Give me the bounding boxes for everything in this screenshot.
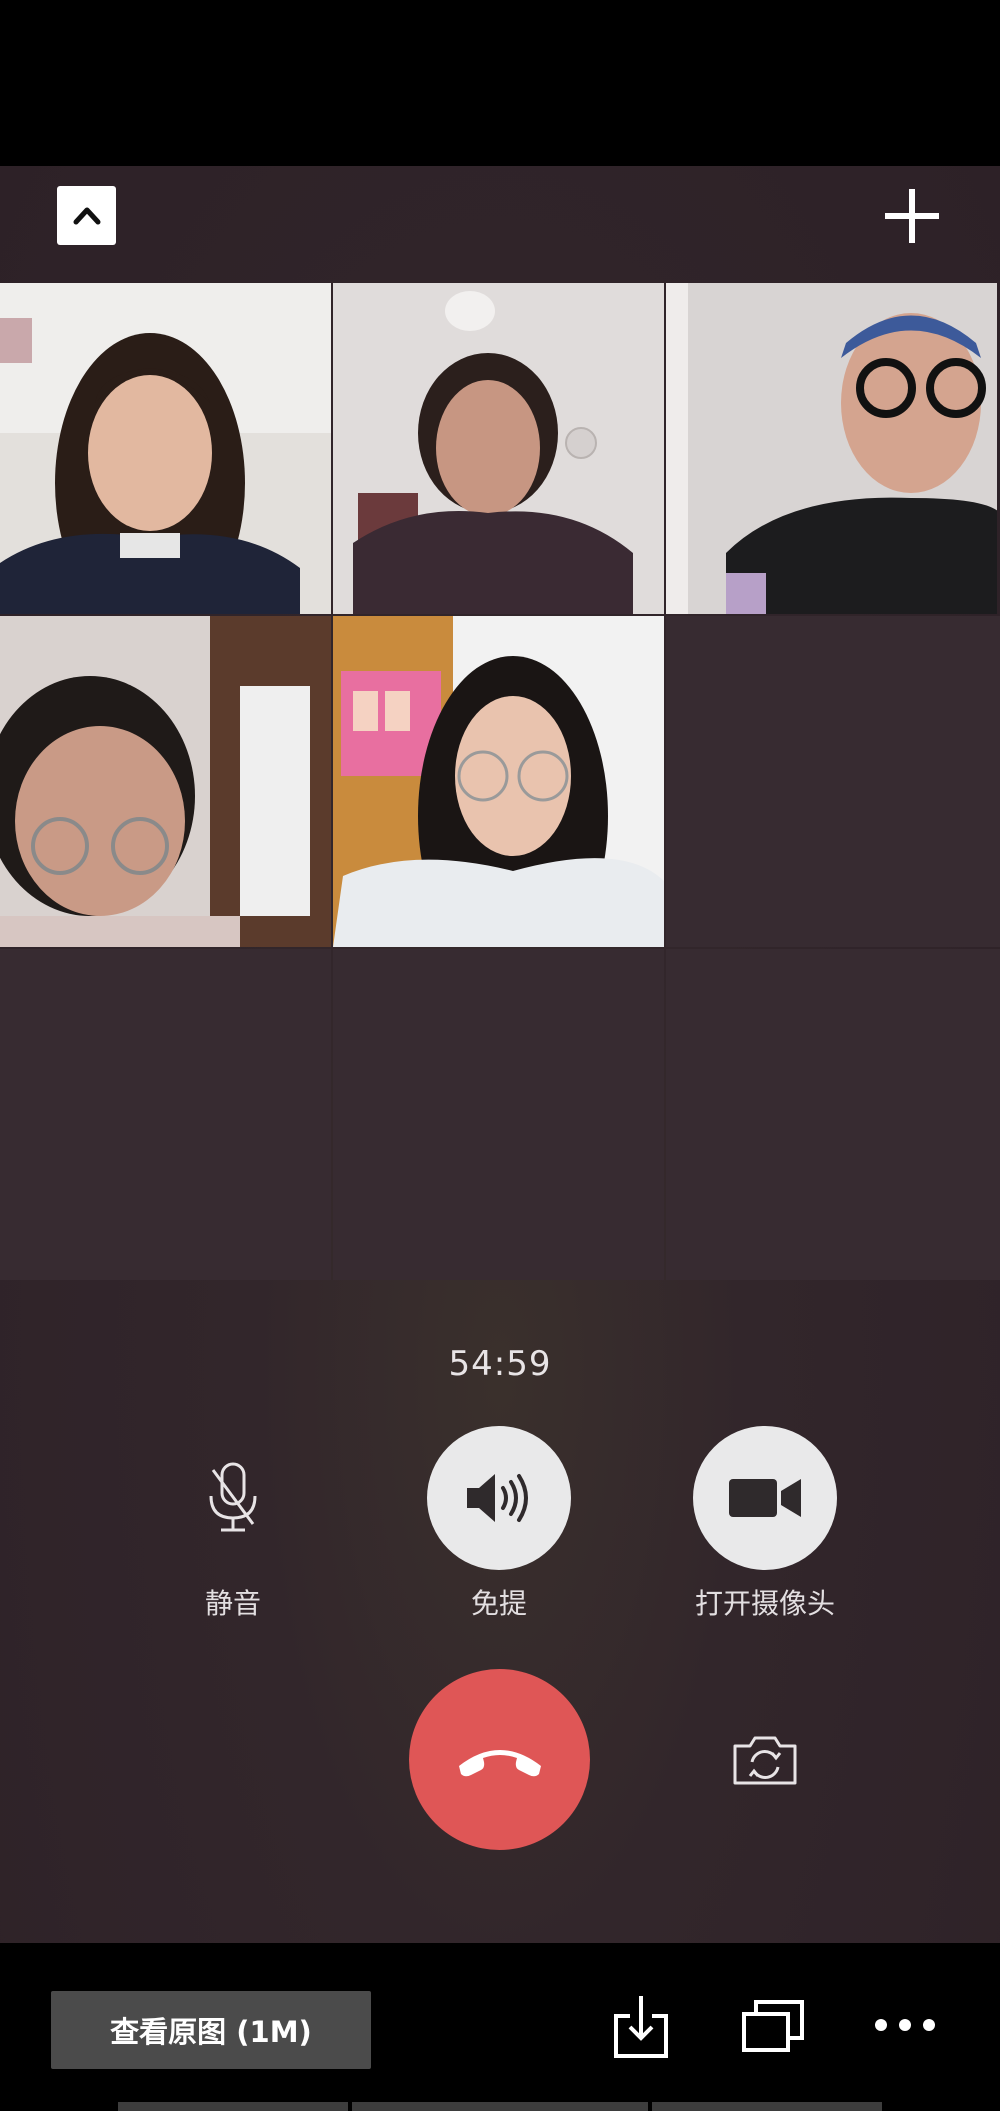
hang-up-button[interactable]	[409, 1669, 590, 1850]
call-duration: 54:59	[448, 1344, 552, 1384]
multi-window-button[interactable]	[740, 1998, 806, 2054]
camera-label: 打开摄像头	[694, 1587, 835, 1620]
microphone-icon	[209, 1462, 257, 1532]
participant-video-5[interactable]	[333, 616, 664, 947]
plus-icon	[885, 189, 939, 243]
camera-button[interactable]	[693, 1426, 837, 1570]
empty-video-slot	[666, 616, 1000, 947]
view-original-button[interactable]: 查看原图 (1M)	[51, 1991, 371, 2069]
speaker-button[interactable]	[427, 1426, 571, 1570]
thumbnail-strip	[652, 2102, 882, 2111]
participant-video-4[interactable]	[0, 616, 331, 947]
participant-video-2[interactable]	[333, 283, 664, 614]
participant-video-1[interactable]	[0, 283, 331, 614]
camera-switch-icon	[733, 1736, 797, 1785]
download-button[interactable]	[610, 1994, 672, 2060]
mute-label: 静音	[204, 1587, 261, 1620]
minimize-call-button[interactable]	[57, 186, 116, 245]
thumbnail-strip	[352, 2102, 648, 2111]
status-bar-area	[0, 0, 1000, 166]
speaker-label: 免提	[470, 1587, 527, 1620]
empty-video-slot	[0, 949, 331, 1280]
more-icon	[875, 2019, 935, 2031]
empty-video-slot	[333, 949, 664, 1280]
phone-hangup-icon	[458, 1749, 541, 1776]
more-options-button[interactable]	[873, 2012, 937, 2038]
switch-camera-button[interactable]	[713, 1712, 817, 1808]
video-camera-icon	[729, 1479, 801, 1517]
multi-window-icon	[742, 2000, 804, 2052]
thumbnail-strip	[118, 2102, 348, 2111]
empty-video-slot	[666, 949, 1000, 1280]
chevron-up-icon	[73, 207, 100, 224]
add-participant-button[interactable]	[880, 184, 944, 248]
mute-button[interactable]	[161, 1426, 305, 1570]
download-icon	[614, 1996, 668, 2058]
speaker-icon	[467, 1474, 528, 1522]
participant-video-3[interactable]	[666, 283, 997, 614]
